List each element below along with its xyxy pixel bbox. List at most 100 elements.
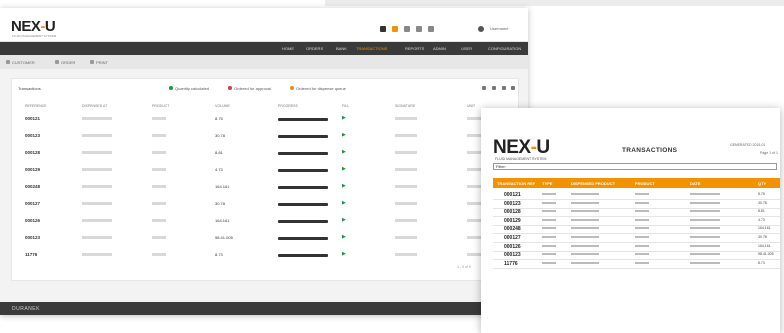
row-reference[interactable]: 000123 <box>25 133 40 138</box>
alert-icon[interactable] <box>392 26 398 32</box>
report-row-dispensed-product <box>571 261 599 264</box>
report-row-type <box>542 244 556 247</box>
subnav-order[interactable]: ORDER <box>61 60 75 65</box>
grid-icon[interactable] <box>416 26 422 32</box>
nav-transactions[interactable]: TRANSACTIONS <box>356 46 387 51</box>
header-user-name[interactable]: Username <box>490 26 508 31</box>
row-unit <box>467 253 481 256</box>
row-reference[interactable]: 000129 <box>25 167 40 172</box>
report-generated: GENERATED 2015-01 <box>730 143 766 147</box>
flag-icon[interactable]: ▶ <box>342 167 346 172</box>
row-progress-bar <box>278 254 328 257</box>
flag-icon[interactable]: ▶ <box>342 184 346 189</box>
report-row-qty: 30.78 <box>758 235 767 239</box>
column-header[interactable]: FILL <box>342 104 349 108</box>
report-row-divider <box>493 242 780 243</box>
nav-home[interactable]: HOME <box>282 46 294 51</box>
customer-icon <box>6 60 10 64</box>
row-reference[interactable]: 11776 <box>25 252 37 257</box>
row-amount: 4.73 <box>215 167 223 172</box>
row-dispensed-at <box>82 185 112 188</box>
row-signature <box>395 168 417 171</box>
row-reference[interactable]: 000127 <box>25 201 40 206</box>
row-reference[interactable]: 000128 <box>25 150 40 155</box>
row-progress-bar <box>278 135 328 138</box>
column-header[interactable]: VOLUME <box>215 104 230 108</box>
top-faint-bar <box>325 0 784 6</box>
nav-user[interactable]: USER <box>461 46 472 51</box>
row-reference[interactable]: 000126 <box>25 218 40 223</box>
report-page-number: Page 1 of 1 <box>760 151 778 155</box>
subnav-print[interactable]: PRINT <box>96 60 108 65</box>
row-signature <box>395 134 417 137</box>
footer-text: DURANEK <box>12 306 40 312</box>
flag-icon[interactable]: ▶ <box>342 252 346 257</box>
nav-admin[interactable]: ADMIN <box>433 46 446 51</box>
print-icon[interactable] <box>502 86 506 90</box>
add-icon[interactable] <box>492 86 496 90</box>
report-logo: NEX-U <box>493 137 550 158</box>
flag-icon[interactable]: ▶ <box>342 116 346 121</box>
report-row-date <box>690 261 720 264</box>
nav-configuration[interactable]: CONFIGURATION <box>488 46 521 51</box>
report-row-qty: 8.73 <box>758 260 765 265</box>
row-amount: 8.73 <box>215 252 223 257</box>
row-signature <box>395 219 417 222</box>
column-header[interactable]: SIGNATURE <box>395 104 415 108</box>
report-row-divider <box>493 259 780 261</box>
row-reference[interactable]: 000123 <box>25 235 40 240</box>
report-row-qty: 98.41.005 <box>758 252 774 257</box>
row-progress-bar <box>278 220 328 223</box>
pagination[interactable]: 1 - 9 of 9 <box>457 265 471 269</box>
row-unit <box>467 117 481 120</box>
row-product <box>152 117 166 120</box>
column-header[interactable]: PROGRESS <box>278 104 298 108</box>
row-product <box>152 151 166 154</box>
user-icon[interactable] <box>478 26 484 32</box>
column-header[interactable]: PRODUCT <box>152 104 169 108</box>
app-logo[interactable]: NEX-U <box>11 18 56 35</box>
row-product <box>152 202 166 205</box>
nav-bank[interactable]: BANK <box>336 46 347 51</box>
row-progress-bar <box>278 118 328 121</box>
report-row-product <box>635 236 649 238</box>
flag-icon[interactable]: ▶ <box>342 201 346 206</box>
report-row-reference: 000126 <box>504 243 521 250</box>
export-icon[interactable] <box>511 86 515 90</box>
flag-icon[interactable]: ▶ <box>342 133 346 138</box>
column-header[interactable]: REFERENCE <box>25 104 47 108</box>
report-row-product <box>635 227 649 230</box>
report-window: NEX-U FLUID MANAGEMENT SYSTEM TRANSACTIO… <box>481 108 780 333</box>
transactions-panel: Transactions Quantity calculated Ordered… <box>11 78 519 281</box>
help-icon[interactable] <box>428 26 434 32</box>
row-reference[interactable]: 000121 <box>25 116 40 121</box>
row-reference[interactable]: 000248 <box>25 184 40 189</box>
report-row-divider <box>493 207 780 209</box>
flag-icon[interactable]: ▶ <box>342 235 346 240</box>
report-row-dispensed-product <box>571 218 599 221</box>
flag-icon[interactable]: ▶ <box>342 218 346 223</box>
report-row-reference: 000123 <box>504 252 521 259</box>
legend-label: Quantity calculated <box>175 86 210 91</box>
row-amount: 8.75 <box>215 116 223 121</box>
row-unit <box>467 219 481 222</box>
nav-orders[interactable]: ORDERS <box>306 46 323 51</box>
report-row-product <box>635 253 649 256</box>
flag-icon[interactable]: ▶ <box>342 150 346 155</box>
settings-icon[interactable] <box>404 26 410 32</box>
row-dispensed-at <box>82 117 112 120</box>
report-logo-subtitle: FLUID MANAGEMENT SYSTEM <box>495 157 547 161</box>
row-product <box>152 185 166 188</box>
row-signature <box>395 151 417 154</box>
report-row-qty: 30.78 <box>758 200 767 205</box>
column-header[interactable]: DISPENSED AT <box>82 104 107 108</box>
report-row-qty: 8.81 <box>758 209 765 214</box>
home-icon[interactable] <box>380 26 386 32</box>
report-row-product <box>635 201 649 204</box>
print-icon <box>90 60 94 64</box>
refresh-icon[interactable] <box>482 86 486 90</box>
report-filter: Filter: <box>493 163 777 170</box>
column-header[interactable]: UNIT <box>467 104 475 108</box>
subnav-customer[interactable]: CUSTOMER <box>12 60 35 65</box>
nav-reports[interactable]: REPORTS <box>405 46 424 51</box>
